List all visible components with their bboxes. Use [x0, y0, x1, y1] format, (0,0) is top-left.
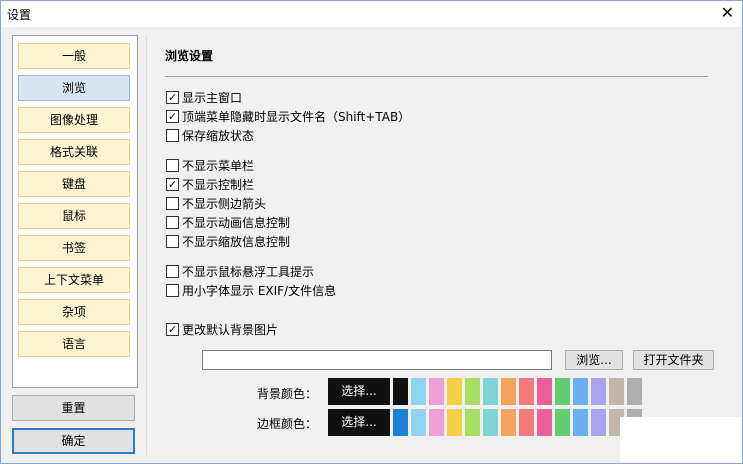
browse-button[interactable]: 浏览...: [565, 350, 623, 370]
checkbox[interactable]: [166, 158, 179, 172]
border-color-swatch[interactable]: [429, 409, 444, 436]
option-change-default-background[interactable]: ✓ 更改默认背景图片: [166, 321, 278, 337]
border-color-swatch[interactable]: [573, 409, 588, 436]
checkbox[interactable]: [166, 234, 179, 248]
border-color-swatch[interactable]: [537, 409, 552, 436]
title-bar: 设置 ✕: [1, 1, 742, 27]
border-color-swatch[interactable]: [393, 409, 408, 436]
sidebar-item-general[interactable]: 一般: [18, 43, 130, 69]
option-hide-hover-tooltip[interactable]: 不显示鼠标悬浮工具提示: [166, 263, 314, 279]
window-corner: [620, 417, 742, 463]
checkbox[interactable]: [166, 215, 179, 229]
bg-color-swatch[interactable]: [609, 378, 624, 405]
section-title: 浏览设置: [165, 49, 214, 63]
bg-color-swatch[interactable]: [573, 378, 588, 405]
sidebar-item-browse[interactable]: 浏览: [18, 75, 130, 101]
bg-color-swatch[interactable]: [519, 378, 534, 405]
bg-color-swatch[interactable]: [555, 378, 570, 405]
bg-color-swatch[interactable]: [501, 378, 516, 405]
option-label: 不显示侧边箭头: [182, 196, 267, 211]
option-hide-menubar[interactable]: 不显示菜单栏: [166, 157, 254, 173]
checkbox[interactable]: [166, 264, 179, 278]
reset-button[interactable]: 重置: [12, 395, 135, 421]
sidebar: 一般 浏览 图像处理 格式关联 键盘 鼠标 书签 上下文菜单 杂项 语言: [12, 35, 138, 388]
option-hide-zoom-info[interactable]: 不显示缩放信息控制: [166, 233, 290, 249]
bg-color-label: 背景颜色：: [257, 387, 318, 401]
bg-color-swatch[interactable]: [483, 378, 498, 405]
option-hide-controlbar[interactable]: ✓ 不显示控制栏: [166, 176, 254, 192]
sidebar-item-mouse[interactable]: 鼠标: [18, 203, 130, 229]
option-hide-animation-info[interactable]: 不显示动画信息控制: [166, 214, 290, 230]
bg-color-swatch[interactable]: [537, 378, 552, 405]
sidebar-item-misc[interactable]: 杂项: [18, 299, 130, 325]
option-small-font-exif[interactable]: 用小字体显示 EXIF/文件信息: [166, 282, 336, 298]
border-color-swatch[interactable]: [411, 409, 426, 436]
option-label: 不显示菜单栏: [182, 158, 255, 173]
sidebar-item-bookmarks[interactable]: 书签: [18, 235, 130, 261]
option-label: 不显示鼠标悬浮工具提示: [182, 264, 315, 279]
checkbox[interactable]: ✓: [166, 177, 179, 191]
border-color-label: 边框颜色：: [257, 417, 318, 431]
checkbox[interactable]: [166, 283, 179, 297]
window-title: 设置: [7, 8, 32, 22]
checkbox[interactable]: ✓: [166, 90, 179, 104]
border-color-swatch[interactable]: [591, 409, 606, 436]
open-folder-button[interactable]: 打开文件夹: [633, 350, 714, 370]
browse-settings-panel: 浏览设置 ✓ 显示主窗口 ✓ 顶端菜单隐藏时显示文件名（Shift+TAB） 保…: [146, 35, 735, 455]
option-show-filename-when-menu-hidden[interactable]: ✓ 顶端菜单隐藏时显示文件名（Shift+TAB）: [166, 108, 410, 124]
border-color-swatch[interactable]: [555, 409, 570, 436]
sidebar-item-image-processing[interactable]: 图像处理: [18, 107, 130, 133]
sidebar-item-context-menu[interactable]: 上下文菜单: [18, 267, 130, 293]
option-label: 不显示缩放信息控制: [182, 234, 291, 249]
option-show-main-window[interactable]: ✓ 显示主窗口: [166, 89, 242, 105]
settings-window: 设置 ✕ 一般 浏览 图像处理 格式关联 键盘 鼠标 书签 上下文菜单 杂项 语…: [0, 0, 743, 464]
border-color-swatch[interactable]: [447, 409, 462, 436]
bg-color-swatch[interactable]: [447, 378, 462, 405]
section-divider: [165, 76, 708, 77]
border-color-swatch[interactable]: [501, 409, 516, 436]
option-save-zoom-state[interactable]: 保存缩放状态: [166, 127, 254, 143]
option-hide-side-arrows[interactable]: 不显示侧边箭头: [166, 195, 266, 211]
option-label: 不显示动画信息控制: [182, 215, 291, 230]
background-path-input[interactable]: [202, 350, 552, 370]
option-label: 显示主窗口: [182, 90, 243, 105]
option-label: 不显示控制栏: [182, 177, 255, 192]
option-label: 更改默认背景图片: [182, 322, 279, 337]
option-label: 用小字体显示 EXIF/文件信息: [182, 283, 337, 298]
checkbox[interactable]: ✓: [166, 322, 179, 336]
ok-button[interactable]: 确定: [12, 428, 135, 454]
sidebar-item-language[interactable]: 语言: [18, 331, 130, 357]
border-color-swatch[interactable]: [465, 409, 480, 436]
close-icon[interactable]: ✕: [721, 3, 734, 22]
bg-color-select-button[interactable]: 选择...: [328, 378, 390, 405]
bg-color-swatch[interactable]: [465, 378, 480, 405]
border-color-swatch[interactable]: [483, 409, 498, 436]
checkbox[interactable]: [166, 196, 179, 210]
bg-color-swatch[interactable]: [411, 378, 426, 405]
sidebar-item-file-association[interactable]: 格式关联: [18, 139, 130, 165]
option-label: 保存缩放状态: [182, 128, 255, 143]
bg-color-swatch[interactable]: [429, 378, 444, 405]
bg-color-swatch[interactable]: [627, 378, 642, 405]
sidebar-item-keyboard[interactable]: 键盘: [18, 171, 130, 197]
border-color-select-button[interactable]: 选择...: [328, 409, 390, 436]
bg-color-swatch[interactable]: [591, 378, 606, 405]
border-color-swatch[interactable]: [519, 409, 534, 436]
checkbox[interactable]: ✓: [166, 109, 179, 123]
option-label: 顶端菜单隐藏时显示文件名（Shift+TAB）: [182, 109, 411, 124]
checkbox[interactable]: [166, 128, 179, 142]
bg-color-swatch[interactable]: [393, 378, 408, 405]
